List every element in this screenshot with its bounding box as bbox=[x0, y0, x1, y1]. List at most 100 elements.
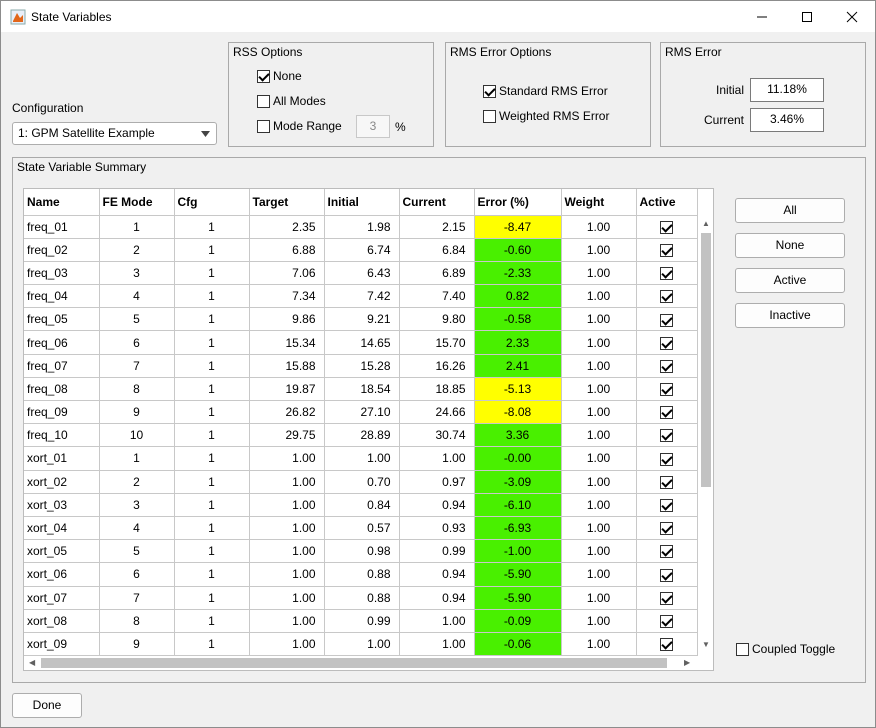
cell-cfg[interactable]: 1 bbox=[174, 284, 250, 309]
cell-target[interactable]: 29.75 bbox=[249, 423, 325, 448]
maximize-button[interactable] bbox=[784, 1, 829, 32]
cell-mode[interactable]: 6 bbox=[99, 562, 175, 587]
column-header[interactable]: FE Mode bbox=[99, 189, 175, 216]
cell-error[interactable]: -2.33 bbox=[474, 261, 562, 286]
cell-error[interactable]: -6.10 bbox=[474, 493, 562, 517]
cell-cfg[interactable]: 1 bbox=[174, 261, 250, 286]
cell-initial[interactable]: 0.57 bbox=[324, 516, 400, 541]
cell-current[interactable]: 18.85 bbox=[399, 377, 475, 402]
cell-weight[interactable]: 1.00 bbox=[561, 330, 637, 355]
column-header[interactable]: Name bbox=[24, 189, 100, 216]
cell-weight[interactable]: 1.00 bbox=[561, 400, 637, 425]
standard-rms-checkbox[interactable] bbox=[483, 85, 496, 98]
rss-mode-range-checkbox[interactable] bbox=[257, 120, 270, 133]
cell-target[interactable]: 1.00 bbox=[249, 493, 325, 517]
column-header[interactable]: Initial bbox=[324, 189, 400, 216]
cell-weight[interactable]: 1.00 bbox=[561, 284, 637, 309]
cell-cfg[interactable]: 1 bbox=[174, 586, 250, 610]
active-checkbox[interactable] bbox=[660, 475, 673, 489]
cell-initial[interactable]: 9.21 bbox=[324, 307, 400, 332]
column-header[interactable]: Error (%) bbox=[474, 189, 562, 216]
cell-target[interactable]: 1.00 bbox=[249, 470, 325, 494]
cell-target[interactable]: 1.00 bbox=[249, 609, 325, 633]
table-row[interactable]: xort_04 4 1 1.00 0.57 0.93 -6.93 1.00 bbox=[24, 516, 698, 541]
cell-current[interactable]: 2.15 bbox=[399, 215, 475, 239]
cell-error[interactable]: -0.00 bbox=[474, 446, 562, 471]
cell-initial[interactable]: 27.10 bbox=[324, 400, 400, 425]
active-checkbox[interactable] bbox=[660, 290, 673, 304]
cell-initial[interactable]: 0.88 bbox=[324, 586, 400, 610]
active-checkbox[interactable] bbox=[660, 383, 673, 397]
cell-current[interactable]: 0.94 bbox=[399, 493, 475, 517]
cell-cfg[interactable]: 1 bbox=[174, 516, 250, 541]
cell-mode[interactable]: 9 bbox=[99, 632, 175, 657]
cell-error[interactable]: -1.00 bbox=[474, 539, 562, 564]
cell-name[interactable]: xort_01 bbox=[24, 446, 100, 471]
cell-weight[interactable]: 1.00 bbox=[561, 562, 637, 587]
cell-name[interactable]: freq_06 bbox=[24, 330, 100, 355]
table-row[interactable]: xort_01 1 1 1.00 1.00 1.00 -0.00 1.00 bbox=[24, 446, 698, 471]
cell-current[interactable]: 7.40 bbox=[399, 284, 475, 309]
cell-initial[interactable]: 7.42 bbox=[324, 284, 400, 309]
cell-weight[interactable]: 1.00 bbox=[561, 516, 637, 541]
table-row[interactable]: xort_08 8 1 1.00 0.99 1.00 -0.09 1.00 bbox=[24, 609, 698, 633]
cell-target[interactable]: 1.00 bbox=[249, 586, 325, 610]
cell-error[interactable]: 3.36 bbox=[474, 423, 562, 448]
cell-name[interactable]: freq_04 bbox=[24, 284, 100, 309]
active-checkbox[interactable] bbox=[660, 545, 673, 559]
cell-error[interactable]: -3.09 bbox=[474, 470, 562, 494]
cell-mode[interactable]: 4 bbox=[99, 284, 175, 309]
active-checkbox[interactable] bbox=[660, 406, 673, 420]
table-row[interactable]: xort_07 7 1 1.00 0.88 0.94 -5.90 1.00 bbox=[24, 586, 698, 610]
cell-name[interactable]: xort_07 bbox=[24, 586, 100, 610]
cell-weight[interactable]: 1.00 bbox=[561, 238, 637, 262]
cell-current[interactable]: 0.93 bbox=[399, 516, 475, 541]
cell-error[interactable]: -8.47 bbox=[474, 215, 562, 239]
cell-current[interactable]: 0.99 bbox=[399, 539, 475, 564]
cell-weight[interactable]: 1.00 bbox=[561, 423, 637, 448]
coupled-toggle-checkbox[interactable] bbox=[736, 643, 749, 656]
cell-initial[interactable]: 28.89 bbox=[324, 423, 400, 448]
active-checkbox[interactable] bbox=[660, 499, 673, 512]
cell-current[interactable]: 0.94 bbox=[399, 586, 475, 610]
column-header[interactable]: Cfg bbox=[174, 189, 250, 216]
cell-mode[interactable]: 5 bbox=[99, 539, 175, 564]
cell-weight[interactable]: 1.00 bbox=[561, 261, 637, 286]
state-variable-table[interactable]: Name FE Mode Cfg Target Initial Current Error … bbox=[23, 188, 714, 671]
table-row[interactable]: freq_05 5 1 9.86 9.21 9.80 -0.58 1.00 bbox=[24, 307, 698, 332]
cell-weight[interactable]: 1.00 bbox=[561, 609, 637, 633]
table-row[interactable]: xort_05 5 1 1.00 0.98 0.99 -1.00 1.00 bbox=[24, 539, 698, 564]
active-checkbox[interactable] bbox=[660, 313, 673, 327]
cell-current[interactable]: 6.84 bbox=[399, 238, 475, 262]
active-checkbox[interactable] bbox=[660, 429, 673, 443]
active-checkbox[interactable] bbox=[660, 359, 673, 373]
cell-current[interactable]: 6.89 bbox=[399, 261, 475, 286]
cell-cfg[interactable]: 1 bbox=[174, 354, 250, 378]
rss-none-checkbox[interactable] bbox=[257, 70, 270, 83]
table-row[interactable]: freq_08 8 1 19.87 18.54 18.85 -5.13 1.00 bbox=[24, 377, 698, 402]
active-checkbox[interactable] bbox=[660, 220, 673, 234]
cell-cfg[interactable]: 1 bbox=[174, 238, 250, 262]
cell-target[interactable]: 15.34 bbox=[249, 330, 325, 355]
cell-target[interactable]: 1.00 bbox=[249, 516, 325, 541]
cell-error[interactable]: -6.93 bbox=[474, 516, 562, 541]
select-active-button[interactable]: Active bbox=[735, 268, 845, 293]
cell-initial[interactable]: 0.98 bbox=[324, 539, 400, 564]
cell-target[interactable]: 1.00 bbox=[249, 446, 325, 471]
column-header[interactable]: Weight bbox=[561, 189, 637, 216]
cell-cfg[interactable]: 1 bbox=[174, 493, 250, 517]
cell-initial[interactable]: 18.54 bbox=[324, 377, 400, 402]
active-checkbox[interactable] bbox=[660, 614, 673, 628]
close-button[interactable] bbox=[829, 1, 874, 32]
cell-cfg[interactable]: 1 bbox=[174, 446, 250, 471]
cell-target[interactable]: 1.00 bbox=[249, 539, 325, 564]
cell-current[interactable]: 0.97 bbox=[399, 470, 475, 494]
select-inactive-button[interactable]: Inactive bbox=[735, 303, 845, 328]
table-row[interactable]: freq_02 2 1 6.88 6.74 6.84 -0.60 1.00 bbox=[24, 238, 698, 262]
cell-mode[interactable]: 1 bbox=[99, 446, 175, 471]
cell-target[interactable]: 26.82 bbox=[249, 400, 325, 425]
cell-weight[interactable]: 1.00 bbox=[561, 446, 637, 471]
cell-mode[interactable]: 2 bbox=[99, 238, 175, 262]
cell-name[interactable]: xort_05 bbox=[24, 539, 100, 564]
cell-mode[interactable]: 9 bbox=[99, 400, 175, 425]
